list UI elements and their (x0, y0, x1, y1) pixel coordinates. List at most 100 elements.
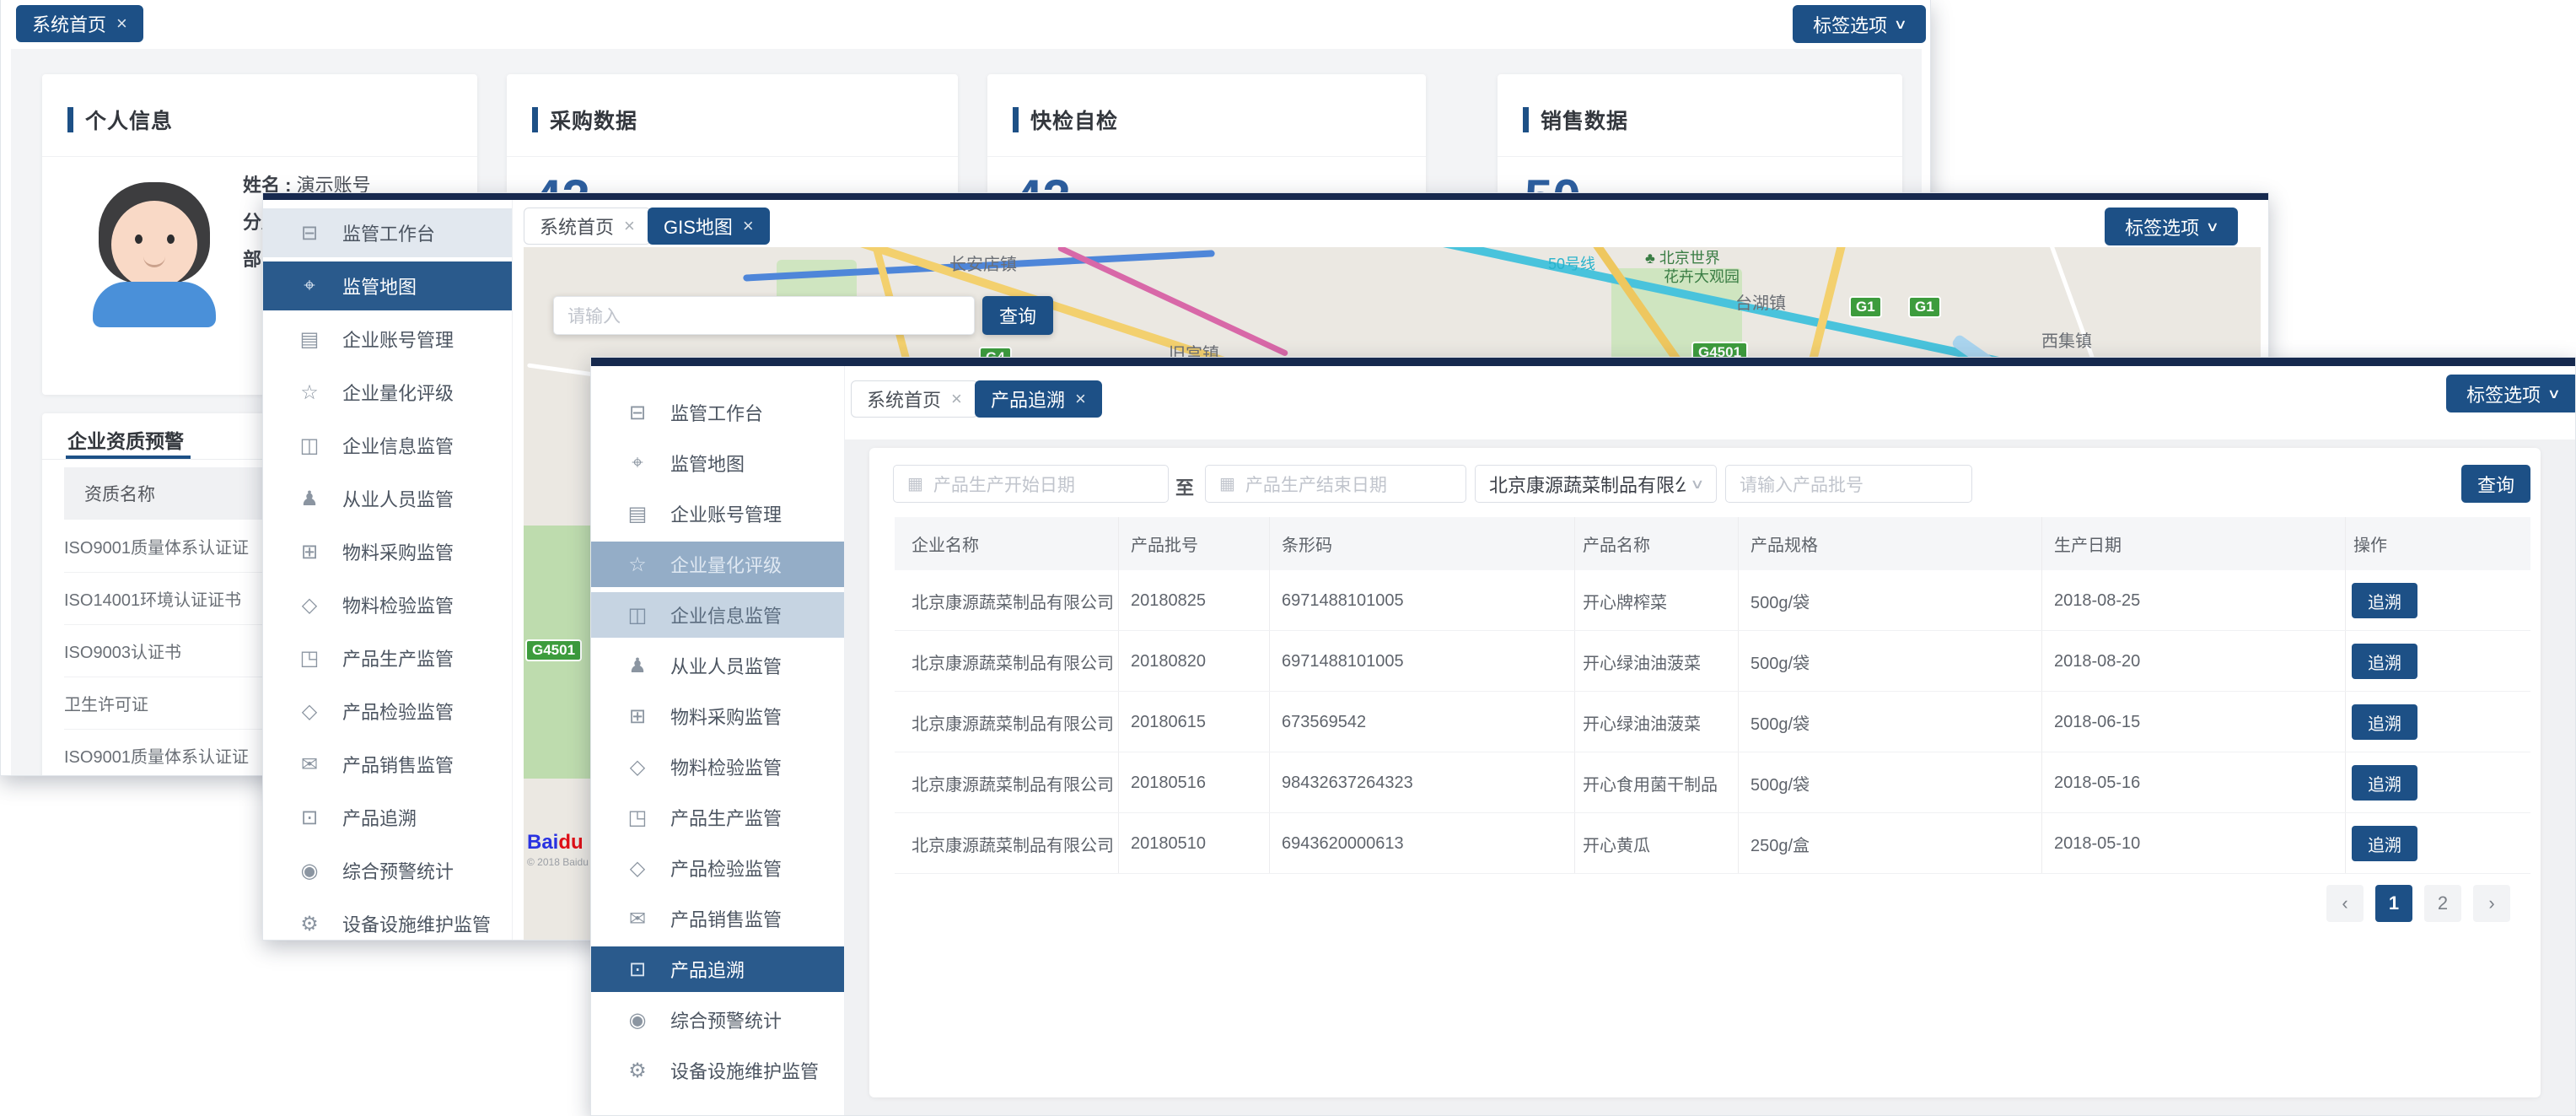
sidebar-item-warning-stats[interactable]: ◉综合预警统计 (263, 846, 512, 895)
sidebar-item-staff[interactable]: ♟从业人员监管 (591, 643, 844, 688)
sidebar-item-company-info[interactable]: ◫ 企业信息监管 (591, 592, 844, 638)
close-icon[interactable]: × (116, 13, 127, 35)
column-header: 产品批号 (1131, 517, 1198, 570)
tab-label: GIS地图 (664, 213, 733, 240)
page-number: 1 (2389, 892, 2399, 914)
pagination-page-2[interactable]: 2 (2424, 885, 2461, 922)
sidebar-item-sales[interactable]: ✉ 产品销售监管 (591, 896, 844, 941)
sidebar-item-label: 企业账号管理 (670, 500, 782, 527)
company-select[interactable]: 北京康源蔬菜制品有限公司 ∨ (1475, 465, 1717, 503)
layers-icon: ▤ (623, 502, 652, 526)
cell-date: 2018-08-25 (2054, 570, 2140, 631)
sidebar-item-workbench[interactable]: ⊟监管工作台 (263, 208, 512, 257)
map-search-input[interactable]: 请输入 (553, 296, 975, 335)
map-town-label: 长安店镇 (949, 251, 1017, 275)
divider (42, 156, 477, 157)
trace-action-button[interactable]: 追溯 (2352, 765, 2417, 801)
map-pin-icon: ⌖ (295, 274, 324, 298)
tab-system-home[interactable]: 系统首页 × (851, 380, 978, 418)
map-copyright: © 2018 Baidu (527, 856, 589, 868)
map-town-label: 西集镇 (2041, 327, 2092, 352)
sidebar-item-equipment[interactable]: ⚙设备设施维护监管 (591, 1048, 844, 1093)
stat-title: 快检自检 (1030, 105, 1118, 135)
cell-barcode: 6971488101005 (1282, 570, 1404, 631)
sidebar-item-equipment[interactable]: ⚙设备设施维护监管 (263, 899, 512, 941)
sidebar-item-material-purchase[interactable]: ⊞物料采购监管 (263, 527, 512, 576)
alert-icon: ◉ (623, 1008, 652, 1032)
gis-sidebar: ⊟监管工作台 ⌖监管地图 ▤ 企业账号管理 ☆企业量化评级 ◫ 企业信息监管 ♟从业… (263, 200, 513, 941)
sidebar-item-rating[interactable]: ☆企业量化评级 (591, 542, 844, 587)
close-icon[interactable]: × (951, 388, 962, 410)
tab-product-trace[interactable]: 产品追溯 × (975, 380, 1102, 418)
close-icon[interactable]: × (743, 215, 754, 237)
sidebar-item-label: 产品生产监管 (342, 644, 454, 671)
end-date-input[interactable]: ▦ 产品生产结束日期 (1205, 465, 1466, 503)
table-row: 北京康源蔬菜制品有限公司 20180820 6971488101005 开心绿油… (895, 631, 2530, 692)
shield-icon: ◇ (295, 593, 324, 617)
sidebar-item-account[interactable]: ▤ 企业账号管理 (263, 315, 512, 364)
trace-action-button[interactable]: 追溯 (2352, 644, 2417, 679)
sidebar-item-label: 产品销售监管 (670, 905, 782, 932)
sidebar-item-map[interactable]: ⌖监管地图 (263, 261, 512, 310)
pagination-page-1[interactable]: 1 (2375, 885, 2412, 922)
sidebar-item-warning-stats[interactable]: ◉ 综合预警统计 (591, 997, 844, 1043)
tab-gis-map[interactable]: GIS地图 × (648, 208, 770, 245)
trace-action-button[interactable]: 追溯 (2352, 704, 2417, 740)
map-metro-label: 50号线 (1548, 252, 1595, 274)
cell-product: 开心黄瓜 (1583, 813, 1650, 874)
sidebar-item-rating[interactable]: ☆企业量化评级 (263, 368, 512, 417)
sidebar-item-material-check[interactable]: ◇物料检验监管 (263, 580, 512, 629)
sidebar-item-product-check[interactable]: ◇ 产品检验监管 (591, 845, 844, 891)
search-button[interactable]: 查询 (2461, 465, 2530, 503)
layers-icon: ▤ (295, 327, 324, 352)
qualification-column-header: 资质名称 (84, 467, 155, 520)
sidebar-item-sales[interactable]: ✉产品销售监管 (263, 740, 512, 789)
pagination-prev[interactable]: ‹ (2326, 885, 2364, 922)
tag-options-button[interactable]: 标签选项 ∨ (1793, 5, 1926, 43)
baidu-logo: Bai (527, 831, 558, 854)
cell-company: 北京康源蔬菜制品有限公司 (912, 692, 1114, 752)
sidebar-item-material-check[interactable]: ◇物料检验监管 (591, 744, 844, 790)
sidebar-item-label: 产品追溯 (342, 804, 417, 831)
tag-options-button[interactable]: 标签选项 ∨ (2446, 375, 2576, 412)
map-search-button[interactable]: 查询 (982, 296, 1053, 335)
envelope-icon: ✉ (623, 907, 652, 931)
prev-arrow-icon: ‹ (2342, 892, 2347, 914)
cell-product: 开心牌榨菜 (1583, 570, 1667, 631)
sidebar-item-account[interactable]: ▤ 企业账号管理 (591, 491, 844, 536)
sidebar-item-map[interactable]: ⌖监管地图 (591, 440, 844, 486)
sidebar-item-label: 产品检验监管 (670, 855, 782, 881)
sidebar-item-label: 企业账号管理 (342, 326, 454, 353)
sidebar-item-label: 设备设施维护监管 (670, 1057, 819, 1084)
sidebar-item-production[interactable]: ◳产品生产监管 (263, 633, 512, 682)
pagination-next[interactable]: › (2473, 885, 2510, 922)
sidebar-item-label: 综合预警统计 (670, 1006, 782, 1033)
info-card-icon: ◫ (295, 434, 324, 458)
close-icon[interactable]: × (1075, 388, 1086, 410)
sidebar-item-staff[interactable]: ♟从业人员监管 (263, 474, 512, 523)
map-pin-icon: ⌖ (623, 451, 652, 475)
close-icon[interactable]: × (624, 215, 635, 237)
sidebar-item-company-info[interactable]: ◫ 企业信息监管 (263, 421, 512, 470)
trace-action-button[interactable]: 追溯 (2352, 583, 2417, 618)
sidebar-item-trace[interactable]: ⊡产品追溯 (263, 793, 512, 842)
info-card-icon: ◫ (623, 603, 652, 628)
sidebar-item-workbench[interactable]: ⊟监管工作台 (591, 390, 844, 435)
sidebar-item-product-check[interactable]: ◇产品检验监管 (263, 687, 512, 736)
chevron-down-icon: ∨ (1894, 16, 1907, 33)
sidebar-item-production[interactable]: ◳产品生产监管 (591, 795, 844, 840)
cell-spec: 500g/袋 (1750, 570, 1810, 631)
sidebar-item-label: 企业信息监管 (342, 432, 454, 459)
tab-system-home[interactable]: 系统首页 × (16, 5, 143, 42)
batch-number-input[interactable]: 请输入产品批号 (1725, 465, 1972, 503)
tag-options-button[interactable]: 标签选项 ∨ (2105, 208, 2238, 245)
tab-system-home[interactable]: 系统首页 × (524, 208, 651, 245)
sidebar-item-trace[interactable]: ⊡产品追溯 (591, 946, 844, 992)
sidebar-item-material-purchase[interactable]: ⊞物料采购监管 (591, 693, 844, 739)
road-badge-g1: G1 (1908, 296, 1941, 318)
column-header: 操作 (2353, 517, 2387, 570)
trace-action-button[interactable]: 追溯 (2352, 826, 2417, 861)
start-date-input[interactable]: ▦ 产品生产开始日期 (893, 465, 1169, 503)
sidebar-item-label: 企业信息监管 (670, 601, 782, 628)
shield-icon: ◇ (623, 856, 652, 881)
